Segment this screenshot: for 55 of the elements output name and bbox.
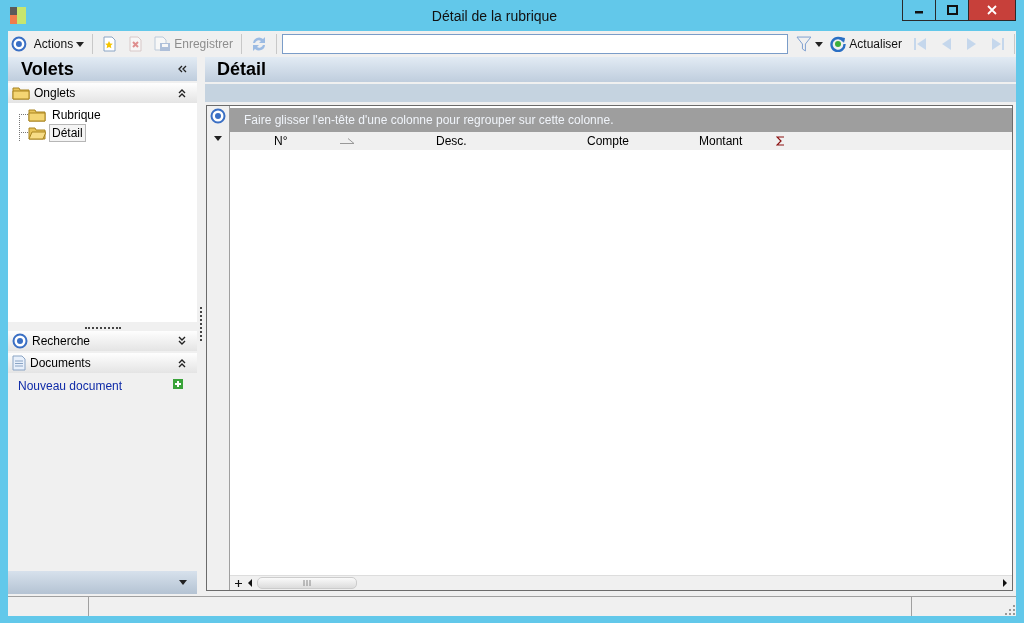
new-document-icon [101, 36, 118, 52]
refresh-button[interactable]: Actualiser [827, 34, 905, 54]
collapse-panel-icon[interactable] [177, 64, 187, 74]
panel-title: Volets [21, 58, 74, 80]
app-logo-icon [10, 7, 26, 24]
filter-dropdown-icon[interactable] [815, 41, 824, 47]
expand-icon[interactable] [177, 336, 187, 346]
column-header[interactable]: Desc. [420, 132, 574, 150]
tree-item[interactable]: Détail [49, 124, 86, 142]
target-icon [12, 333, 28, 349]
target-icon [11, 36, 27, 52]
window-title: Détail de la rubrique [430, 7, 559, 24]
sum-icon[interactable] [776, 136, 786, 146]
refresh-icon [830, 36, 847, 52]
tree-item[interactable]: Rubrique [49, 106, 104, 124]
folder-icon [12, 86, 30, 100]
section-header[interactable]: Recherche [8, 331, 197, 351]
maximize-icon [946, 5, 958, 15]
section-title: Documents [30, 356, 91, 370]
close-button[interactable] [968, 0, 1016, 21]
save-icon [153, 36, 172, 52]
delete-icon [127, 36, 144, 52]
sort-icon [339, 138, 356, 144]
add-icon[interactable] [173, 379, 183, 389]
document-icon [12, 355, 26, 371]
section-header[interactable]: Onglets [8, 83, 197, 103]
column-header[interactable]: Compte [574, 132, 689, 150]
scroll-thumb[interactable] [257, 577, 357, 589]
new-document-link[interactable]: Nouveau document [18, 379, 123, 393]
horizontal-scrollbar[interactable] [230, 575, 1012, 590]
resize-grip-icon[interactable] [1004, 604, 1016, 616]
grip-icon [303, 580, 311, 586]
section-title: Onglets [34, 86, 76, 100]
pane-title: Détail [217, 59, 267, 80]
target-icon [210, 108, 226, 124]
section-title: Recherche [32, 334, 91, 348]
group-hint: Faire glisser l'en-tête d'une colonne pour regrouper sur cette colonne. [230, 108, 1012, 132]
open-folder-icon [28, 126, 46, 140]
plus-icon[interactable] [234, 578, 243, 588]
collapse-icon[interactable] [177, 358, 187, 368]
folder-icon [28, 108, 46, 122]
search-field[interactable] [281, 34, 788, 54]
section-header[interactable]: Documents [8, 353, 197, 373]
close-icon [987, 5, 997, 15]
dropdown-icon[interactable] [179, 580, 187, 585]
dropdown-icon[interactable] [214, 136, 222, 141]
collapse-icon[interactable] [177, 88, 187, 98]
last-arrow-icon [990, 36, 1006, 52]
column-header[interactable]: N° [230, 132, 420, 150]
minimize-button[interactable] [902, 0, 936, 21]
first-arrow-icon [912, 36, 928, 52]
scroll-right-icon[interactable] [1000, 578, 1010, 588]
column-header[interactable]: Montant [689, 132, 889, 150]
actions-menu[interactable]: Actions [30, 35, 88, 53]
caret-icon [76, 41, 85, 47]
